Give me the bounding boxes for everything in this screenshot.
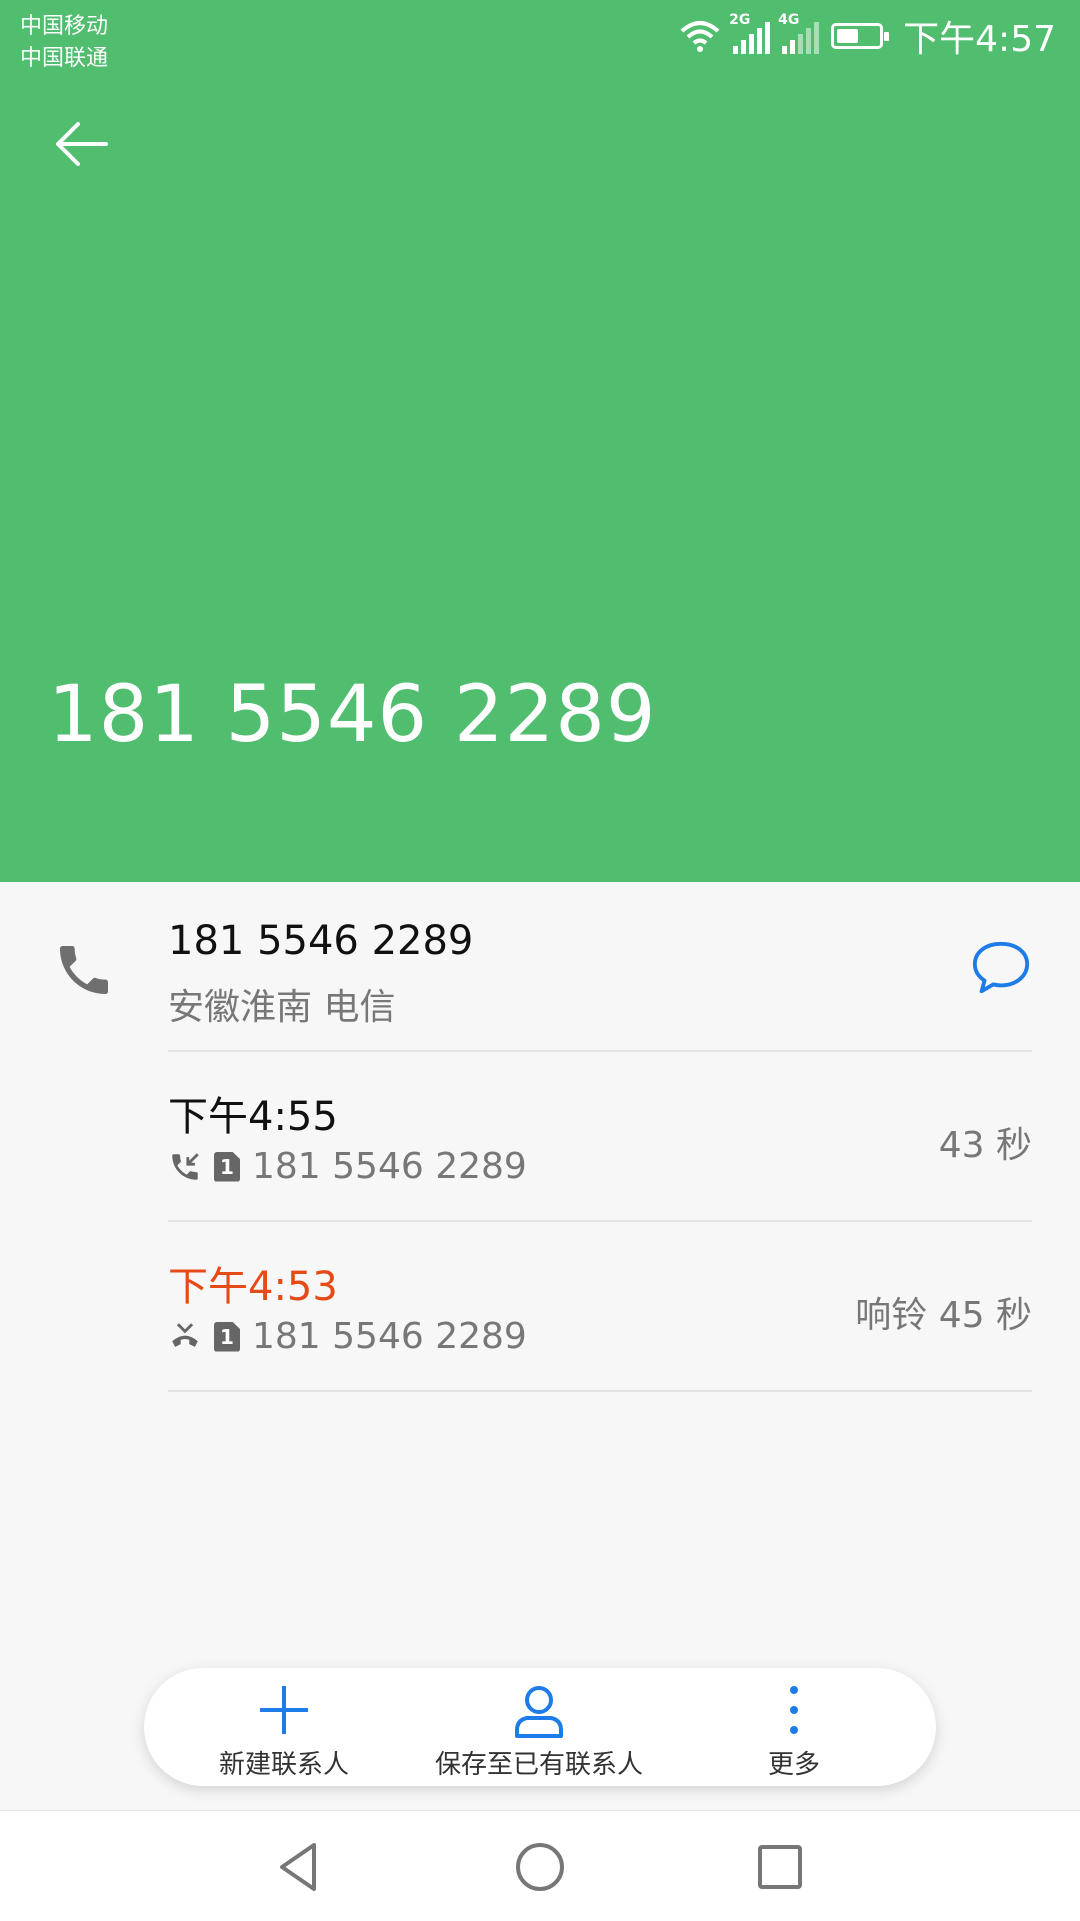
- signal-2g-icon: 2G: [729, 12, 771, 54]
- call-time-missed: 下午4:53: [168, 1264, 338, 1310]
- contact-number[interactable]: 181 5546 2289: [168, 918, 473, 964]
- more-button[interactable]: 更多: [704, 1668, 884, 1786]
- carrier-2: 中国联通: [20, 46, 109, 71]
- nav-home-icon[interactable]: [512, 1839, 568, 1895]
- more-vert-icon: [790, 1686, 798, 1734]
- divider: [168, 1390, 1032, 1392]
- carrier-1: 中国移动: [20, 14, 109, 39]
- number-location: 安徽淮南 电信: [168, 987, 396, 1028]
- message-icon[interactable]: [970, 936, 1032, 998]
- person-icon: [515, 1686, 563, 1738]
- save-to-existing-label: 保存至已有联系人: [434, 1750, 643, 1780]
- call-meta: 1 181 5546 2289: [168, 1316, 527, 1357]
- contact-number-title: 181 5546 2289: [48, 670, 657, 760]
- battery-icon: [831, 23, 890, 49]
- status-time: 下午4:57: [903, 19, 1056, 60]
- sim-1-icon: 1: [214, 1151, 240, 1182]
- new-contact-button[interactable]: 新建联系人: [184, 1668, 384, 1786]
- new-contact-label: 新建联系人: [218, 1750, 349, 1780]
- more-label: 更多: [767, 1750, 820, 1780]
- call-ring-duration: 响铃 45 秒: [855, 1295, 1032, 1336]
- call-time: 下午4:55: [168, 1094, 338, 1140]
- incoming-call-icon: [172, 1152, 199, 1180]
- system-nav-bar: [0, 1810, 1080, 1921]
- call-number: 181 5546 2289: [252, 1316, 527, 1357]
- contact-header: 中国移动 中国联通 2G 4G 下午4:57 181 5546 2289: [0, 0, 1080, 882]
- nav-back-icon[interactable]: [272, 1839, 328, 1895]
- back-arrow-icon[interactable]: [50, 112, 114, 176]
- sim-1-icon: 1: [214, 1321, 240, 1352]
- save-to-existing-button[interactable]: 保存至已有联系人: [414, 1668, 664, 1786]
- plus-icon: [260, 1686, 308, 1734]
- signal-4g-icon: 4G: [778, 12, 820, 54]
- phone-icon[interactable]: [52, 938, 116, 1002]
- call-duration: 43 秒: [938, 1125, 1032, 1166]
- call-number: 181 5546 2289: [252, 1146, 527, 1187]
- call-meta: 1 181 5546 2289: [168, 1146, 527, 1187]
- wifi-icon: [680, 21, 720, 52]
- call-log-item[interactable]: 下午4:53 1 181 5546 2289 响铃 45 秒: [0, 1222, 1080, 1392]
- nav-recents-icon[interactable]: [752, 1839, 808, 1895]
- missed-call-icon: [172, 1322, 198, 1347]
- call-log-item[interactable]: 下午4:55 1 181 5546 2289 43 秒: [0, 1052, 1080, 1222]
- status-bar-right: 2G 4G 下午4:57: [679, 10, 1056, 62]
- bottom-action-bar: 新建联系人 保存至已有联系人 更多: [144, 1668, 936, 1786]
